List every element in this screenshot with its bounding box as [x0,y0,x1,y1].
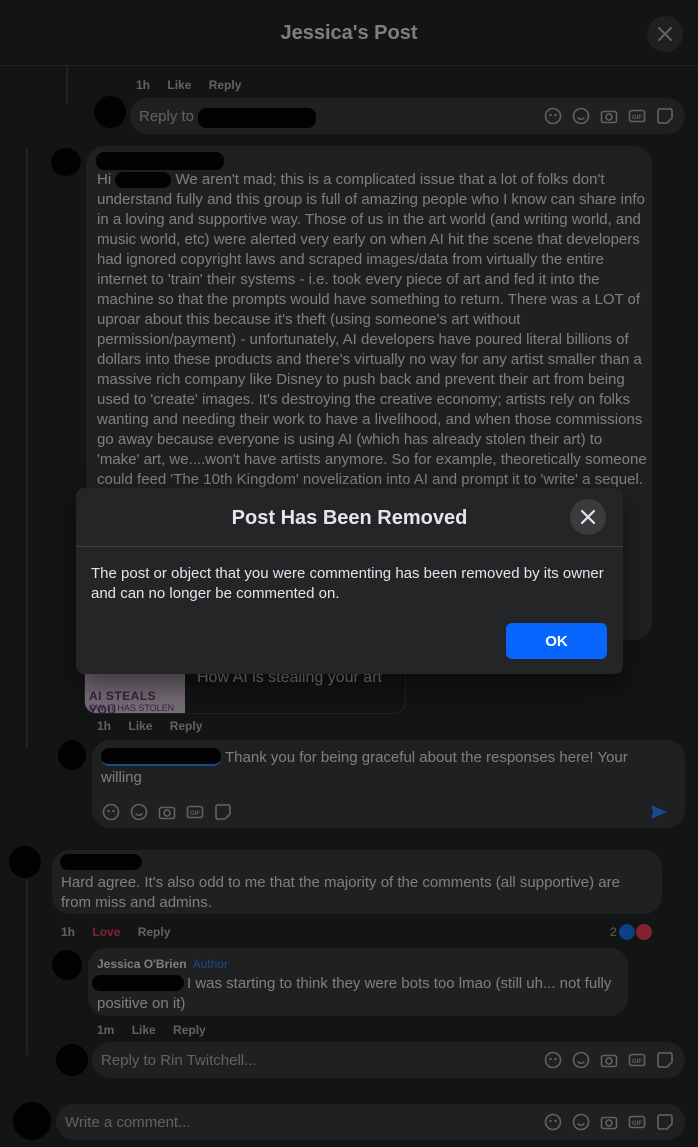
modal-header: Post Has Been Removed [76,488,623,547]
post-dialog: 1h Like Reply Reply to GIF Hi We aren't … [0,0,698,1147]
close-icon [581,510,595,524]
modal-title: Post Has Been Removed [231,507,468,529]
ok-button[interactable]: OK [506,623,607,659]
modal-message: The post or object that you were comment… [91,565,604,602]
modal-close-button[interactable] [570,499,606,535]
post-removed-modal: Post Has Been Removed The post or object… [76,488,623,674]
